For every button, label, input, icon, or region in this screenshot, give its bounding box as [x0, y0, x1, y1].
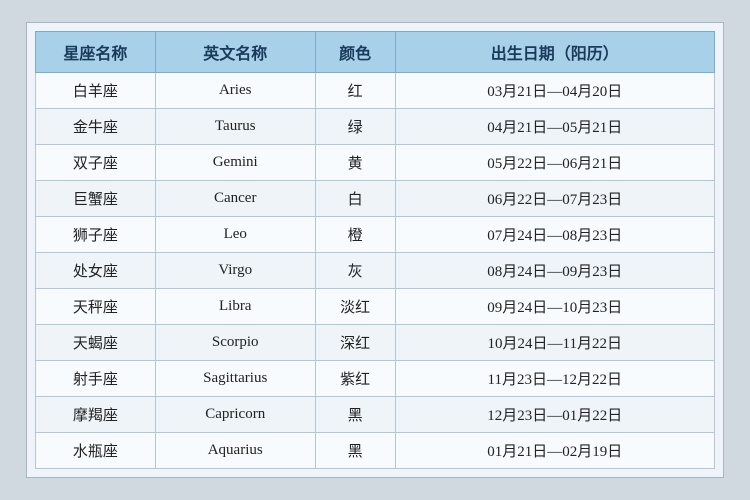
table-row: 双子座Gemini黄05月22日—06月21日: [36, 145, 715, 181]
cell-chinese: 水瓶座: [36, 433, 156, 469]
cell-chinese: 处女座: [36, 253, 156, 289]
table-row: 白羊座Aries红03月21日—04月20日: [36, 73, 715, 109]
table-row: 天秤座Libra淡红09月24日—10月23日: [36, 289, 715, 325]
cell-chinese: 天蝎座: [36, 325, 156, 361]
cell-color: 红: [315, 73, 395, 109]
cell-chinese: 白羊座: [36, 73, 156, 109]
cell-color: 黑: [315, 433, 395, 469]
cell-english: Capricorn: [155, 397, 315, 433]
cell-color: 淡红: [315, 289, 395, 325]
cell-english: Libra: [155, 289, 315, 325]
cell-english: Leo: [155, 217, 315, 253]
cell-color: 黑: [315, 397, 395, 433]
cell-chinese: 射手座: [36, 361, 156, 397]
header-chinese: 星座名称: [36, 32, 156, 73]
cell-english: Virgo: [155, 253, 315, 289]
cell-color: 紫红: [315, 361, 395, 397]
zodiac-table: 星座名称 英文名称 颜色 出生日期（阳历） 白羊座Aries红03月21日—04…: [35, 31, 715, 469]
cell-english: Aries: [155, 73, 315, 109]
cell-date: 10月24日—11月22日: [395, 325, 714, 361]
cell-date: 04月21日—05月21日: [395, 109, 714, 145]
table-row: 射手座Sagittarius紫红11月23日—12月22日: [36, 361, 715, 397]
zodiac-table-container: 星座名称 英文名称 颜色 出生日期（阳历） 白羊座Aries红03月21日—04…: [26, 22, 724, 478]
cell-english: Sagittarius: [155, 361, 315, 397]
cell-date: 03月21日—04月20日: [395, 73, 714, 109]
cell-color: 绿: [315, 109, 395, 145]
cell-color: 橙: [315, 217, 395, 253]
table-row: 摩羯座Capricorn黑12月23日—01月22日: [36, 397, 715, 433]
cell-date: 08月24日—09月23日: [395, 253, 714, 289]
cell-chinese: 金牛座: [36, 109, 156, 145]
cell-date: 09月24日—10月23日: [395, 289, 714, 325]
header-color: 颜色: [315, 32, 395, 73]
table-row: 金牛座Taurus绿04月21日—05月21日: [36, 109, 715, 145]
cell-date: 01月21日—02月19日: [395, 433, 714, 469]
cell-english: Gemini: [155, 145, 315, 181]
header-english: 英文名称: [155, 32, 315, 73]
table-row: 狮子座Leo橙07月24日—08月23日: [36, 217, 715, 253]
cell-date: 11月23日—12月22日: [395, 361, 714, 397]
table-row: 处女座Virgo灰08月24日—09月23日: [36, 253, 715, 289]
cell-color: 灰: [315, 253, 395, 289]
cell-english: Taurus: [155, 109, 315, 145]
table-row: 巨蟹座Cancer白06月22日—07月23日: [36, 181, 715, 217]
cell-date: 06月22日—07月23日: [395, 181, 714, 217]
table-header-row: 星座名称 英文名称 颜色 出生日期（阳历）: [36, 32, 715, 73]
cell-chinese: 狮子座: [36, 217, 156, 253]
cell-chinese: 摩羯座: [36, 397, 156, 433]
cell-chinese: 天秤座: [36, 289, 156, 325]
header-date: 出生日期（阳历）: [395, 32, 714, 73]
cell-chinese: 巨蟹座: [36, 181, 156, 217]
cell-english: Cancer: [155, 181, 315, 217]
cell-english: Scorpio: [155, 325, 315, 361]
cell-color: 白: [315, 181, 395, 217]
cell-date: 07月24日—08月23日: [395, 217, 714, 253]
cell-color: 黄: [315, 145, 395, 181]
table-row: 天蝎座Scorpio深红10月24日—11月22日: [36, 325, 715, 361]
cell-color: 深红: [315, 325, 395, 361]
cell-chinese: 双子座: [36, 145, 156, 181]
table-row: 水瓶座Aquarius黑01月21日—02月19日: [36, 433, 715, 469]
cell-date: 05月22日—06月21日: [395, 145, 714, 181]
cell-date: 12月23日—01月22日: [395, 397, 714, 433]
cell-english: Aquarius: [155, 433, 315, 469]
